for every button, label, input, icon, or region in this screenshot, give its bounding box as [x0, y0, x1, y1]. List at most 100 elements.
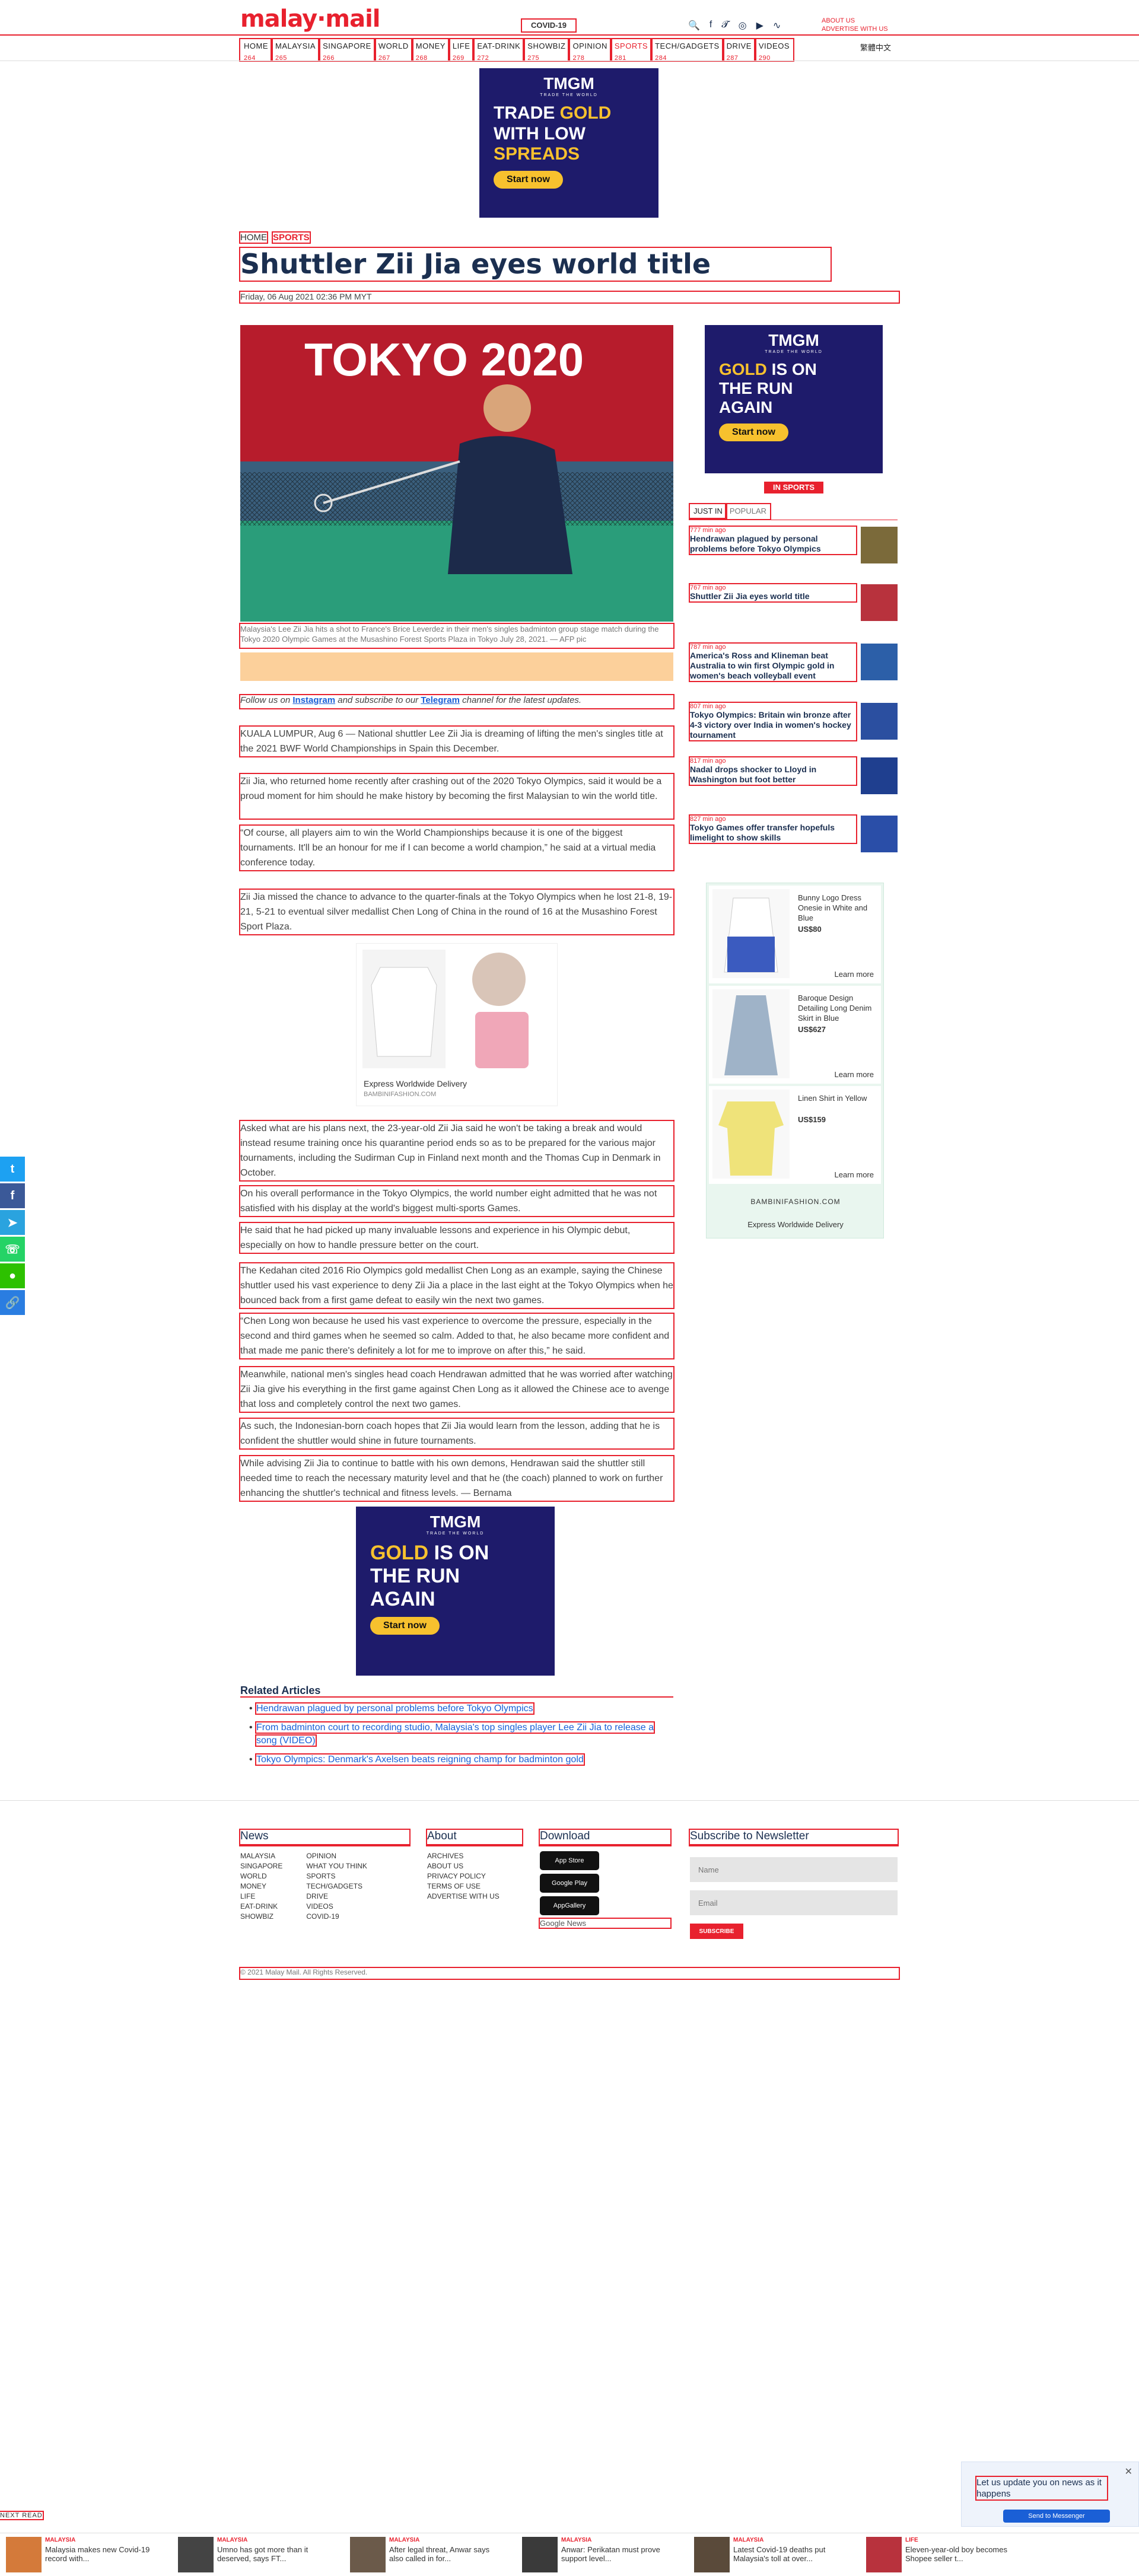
item-headline[interactable]: Tokyo Olympics: Britain win bronze after…: [690, 710, 856, 740]
item-thumbnail[interactable]: [861, 816, 898, 852]
item-thumbnail[interactable]: [861, 584, 898, 621]
nav-item-tech-gadgets[interactable]: TECH/GADGETS 284: [650, 38, 724, 62]
nav-item-opinion[interactable]: OPINION 278: [568, 38, 612, 62]
instagram-icon[interactable]: ◎: [739, 20, 747, 33]
ticker-item[interactable]: MALAYSIA Umno has got more than it deserv…: [178, 2537, 338, 2572]
learn-more-link[interactable]: Learn more: [835, 1070, 874, 1079]
nav-item-world[interactable]: WORLD 267: [373, 38, 413, 62]
tab-popular[interactable]: POPULAR: [724, 503, 772, 520]
ticker-item[interactable]: MALAYSIA After legal threat, Anwar says a…: [350, 2537, 510, 2572]
sidebar-news-item[interactable]: 827 min ago Tokyo Games offer transfer ho…: [689, 814, 898, 857]
tab-just-in[interactable]: JUST IN: [689, 503, 727, 520]
ticker-item[interactable]: MALAYSIA Anwar: Perikatan must prove supp…: [522, 2537, 682, 2572]
sidebar-news-item[interactable]: 807 min ago Tokyo Olympics: Britain win b…: [689, 702, 898, 744]
footer-link[interactable]: DRIVE: [306, 1892, 367, 1902]
sidebar-shop-ad[interactable]: Bunny Logo Dress Onesie in White and Blu…: [706, 883, 884, 1238]
ad-cta[interactable]: Start now: [370, 1617, 440, 1635]
footer-link[interactable]: COVID-19: [306, 1912, 367, 1922]
about-us-link[interactable]: ABOUT US: [822, 17, 896, 25]
item-headline[interactable]: America's Ross and Klineman beat Austral…: [690, 651, 856, 681]
sidebar-news-item[interactable]: 767 min ago Shuttler Zii Jia eyes world t…: [689, 583, 898, 626]
footer-link[interactable]: TERMS OF USE: [427, 1881, 522, 1892]
ticker-item[interactable]: LIFE Eleven-year-old boy becomes Shopee s…: [866, 2537, 1026, 2572]
nav-item-home[interactable]: HOME 264: [239, 38, 273, 62]
nav-item-malaysia[interactable]: MALAYSIA 265: [270, 38, 321, 62]
learn-more-link[interactable]: Learn more: [835, 970, 874, 979]
ticker-item[interactable]: MALAYSIA Latest Covid-19 deaths put Malay…: [694, 2537, 854, 2572]
nav-item-sports[interactable]: SPORTS 281: [609, 38, 653, 62]
sidebar-news-item[interactable]: 787 min ago America's Ross and Klineman b…: [689, 642, 898, 685]
covid-link[interactable]: COVID-19: [521, 18, 577, 33]
instagram-link[interactable]: Instagram: [292, 695, 335, 705]
footer-link[interactable]: SINGAPORE: [240, 1861, 282, 1871]
share-whatsapp-icon[interactable]: ☏: [0, 1237, 25, 1262]
footer-link[interactable]: SPORTS: [306, 1871, 367, 1881]
footer-link[interactable]: MONEY: [240, 1881, 282, 1892]
breadcrumb-sports[interactable]: SPORTS: [272, 231, 311, 244]
nav-item-drive[interactable]: DRIVE 287: [721, 38, 756, 62]
item-thumbnail[interactable]: [861, 757, 898, 794]
related-link[interactable]: From badminton court to recording studio…: [254, 1721, 656, 1747]
footer-link[interactable]: LIFE: [240, 1892, 282, 1902]
telegram-link[interactable]: Telegram: [421, 695, 460, 705]
advertise-link[interactable]: ADVERTISE WITH US: [822, 25, 896, 33]
sidebar-news-item[interactable]: 777 min ago Hendrawan plagued by personal…: [689, 526, 898, 568]
footer-link[interactable]: ARCHIVES: [427, 1851, 522, 1861]
footer-link[interactable]: MALAYSIA: [240, 1851, 282, 1861]
shop-product[interactable]: Linen Shirt in Yellow US$159 Learn more: [709, 1086, 881, 1184]
twitter-icon[interactable]: 𝓣: [721, 20, 728, 33]
item-thumbnail[interactable]: [861, 527, 898, 563]
nav-item-showbiz[interactable]: SHOWBIZ 275: [523, 38, 571, 62]
subscribe-button[interactable]: SUBSCRIBE: [690, 1924, 743, 1939]
appgallery-badge[interactable]: AppGallery: [540, 1896, 599, 1915]
item-headline[interactable]: Shuttler Zii Jia eyes world title: [690, 591, 856, 601]
share-twitter-icon[interactable]: t: [0, 1157, 25, 1182]
footer-link[interactable]: ABOUT US: [427, 1861, 522, 1871]
item-headline[interactable]: Tokyo Games offer transfer hopefuls lime…: [690, 823, 856, 843]
ad-cta[interactable]: Start now: [494, 170, 563, 189]
footer-link[interactable]: VIDEOS: [306, 1902, 367, 1912]
google-play-badge[interactable]: Google Play: [540, 1874, 599, 1893]
nav-item-singapore[interactable]: SINGAPORE 266: [318, 38, 376, 62]
nav-item-eat-drink[interactable]: EAT-DRINK 272: [472, 38, 526, 62]
newsletter-name-input[interactable]: [690, 1857, 898, 1882]
footer-link[interactable]: TECH/GADGETS: [306, 1881, 367, 1892]
rss-icon[interactable]: ∿: [773, 20, 781, 33]
sidebar-news-item[interactable]: 817 min ago Nadal drops shocker to Lloyd …: [689, 756, 898, 799]
share-wechat-icon[interactable]: ●: [0, 1263, 25, 1288]
shop-product[interactable]: Baroque Design Detailing Long Denim Skir…: [709, 986, 881, 1084]
site-logo[interactable]: malay·mail: [240, 5, 397, 33]
app-store-badge[interactable]: App Store: [540, 1851, 599, 1870]
ticker-item[interactable]: MALAYSIA Malaysia makes new Covid-19 reco…: [6, 2537, 166, 2572]
footer-link[interactable]: OPINION: [306, 1851, 367, 1861]
bottom-ad-banner[interactable]: TMGM TRADE THE WORLD GOLD IS ON THE RUN …: [356, 1507, 555, 1676]
share-link-icon[interactable]: 🔗: [0, 1290, 25, 1315]
inline-shop-ad[interactable]: Express Worldwide Delivery BAMBINIFASHIO…: [356, 943, 558, 1106]
item-thumbnail[interactable]: [861, 703, 898, 740]
related-link[interactable]: Hendrawan plagued by personal problems b…: [255, 1702, 534, 1715]
footer-link[interactable]: WORLD: [240, 1871, 282, 1881]
item-thumbnail[interactable]: [861, 644, 898, 680]
send-to-messenger-button[interactable]: Send to Messenger: [1003, 2510, 1110, 2523]
top-ad-banner[interactable]: TMGM TRADE THE WORLD TRADE GOLD WITH LOW…: [479, 68, 658, 218]
sidebar-ad-banner[interactable]: TMGM TRADE THE WORLD GOLD IS ON THE RUN …: [705, 325, 883, 473]
youtube-icon[interactable]: ▶: [756, 20, 763, 33]
shop-product[interactable]: Bunny Logo Dress Onesie in White and Blu…: [709, 886, 881, 983]
share-telegram-icon[interactable]: ➤: [0, 1210, 25, 1235]
close-icon[interactable]: ✕: [1125, 2466, 1132, 2478]
item-headline[interactable]: Nadal drops shocker to Lloyd in Washingt…: [690, 765, 856, 785]
footer-link[interactable]: SHOWBIZ: [240, 1912, 282, 1922]
learn-more-link[interactable]: Learn more: [835, 1170, 874, 1179]
footer-link[interactable]: PRIVACY POLICY: [427, 1871, 522, 1881]
nav-chinese-link[interactable]: 繁體中文: [860, 42, 891, 53]
newsletter-email-input[interactable]: [690, 1890, 898, 1915]
nav-item-videos[interactable]: VIDEOS 290: [753, 38, 795, 62]
footer-link[interactable]: EAT-DRINK: [240, 1902, 282, 1912]
google-news-link[interactable]: Google News: [539, 1918, 672, 1929]
facebook-icon[interactable]: f: [710, 20, 712, 33]
ad-cta[interactable]: Start now: [719, 423, 788, 441]
related-link[interactable]: Tokyo Olympics: Denmark's Axelsen beats …: [255, 1753, 585, 1766]
item-headline[interactable]: Hendrawan plagued by personal problems b…: [690, 534, 856, 554]
footer-link[interactable]: ADVERTISE WITH US: [427, 1892, 522, 1902]
share-facebook-icon[interactable]: f: [0, 1183, 25, 1208]
